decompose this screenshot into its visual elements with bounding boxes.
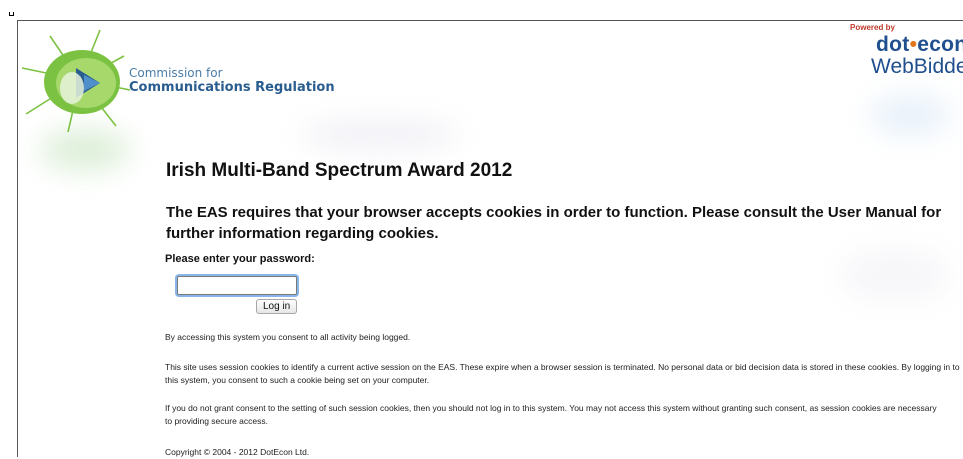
org-name-line2: Communications Regulation bbox=[129, 80, 335, 95]
session-cookie-notice: This site uses session cookies to identi… bbox=[165, 362, 960, 385]
corner-mark bbox=[9, 12, 14, 16]
consent-notice: If you do not grant consent to the setti… bbox=[165, 403, 937, 426]
password-label: Please enter your password: bbox=[165, 253, 315, 265]
page-title: Irish Multi-Band Spectrum Award 2012 bbox=[166, 160, 513, 181]
powered-by-label: Powered by bbox=[850, 23, 895, 32]
password-input[interactable] bbox=[177, 276, 297, 295]
frame-top-border bbox=[17, 20, 963, 21]
comreg-logo-icon bbox=[21, 29, 131, 133]
background-blob bbox=[840, 250, 950, 300]
background-blob bbox=[40, 130, 130, 170]
dotecon-econ-text: econ bbox=[917, 33, 963, 56]
background-blob bbox=[300, 120, 460, 150]
org-name-line1: Commission for bbox=[129, 66, 223, 80]
copyright: Copyright © 2004 - 2012 DotEcon Ltd. bbox=[165, 447, 310, 457]
dotecon-dot-text: dot bbox=[876, 33, 910, 56]
cookie-notice: The EAS requires that your browser accep… bbox=[166, 204, 942, 242]
login-button[interactable]: Log in bbox=[256, 299, 298, 314]
frame-left-border bbox=[17, 20, 18, 457]
dotecon-logo: dot•econ bbox=[876, 33, 963, 57]
logging-notice: By accessing this system you consent to … bbox=[165, 332, 411, 342]
background-blob bbox=[870, 95, 950, 135]
webbidder-logo: WebBidder bbox=[871, 55, 963, 78]
